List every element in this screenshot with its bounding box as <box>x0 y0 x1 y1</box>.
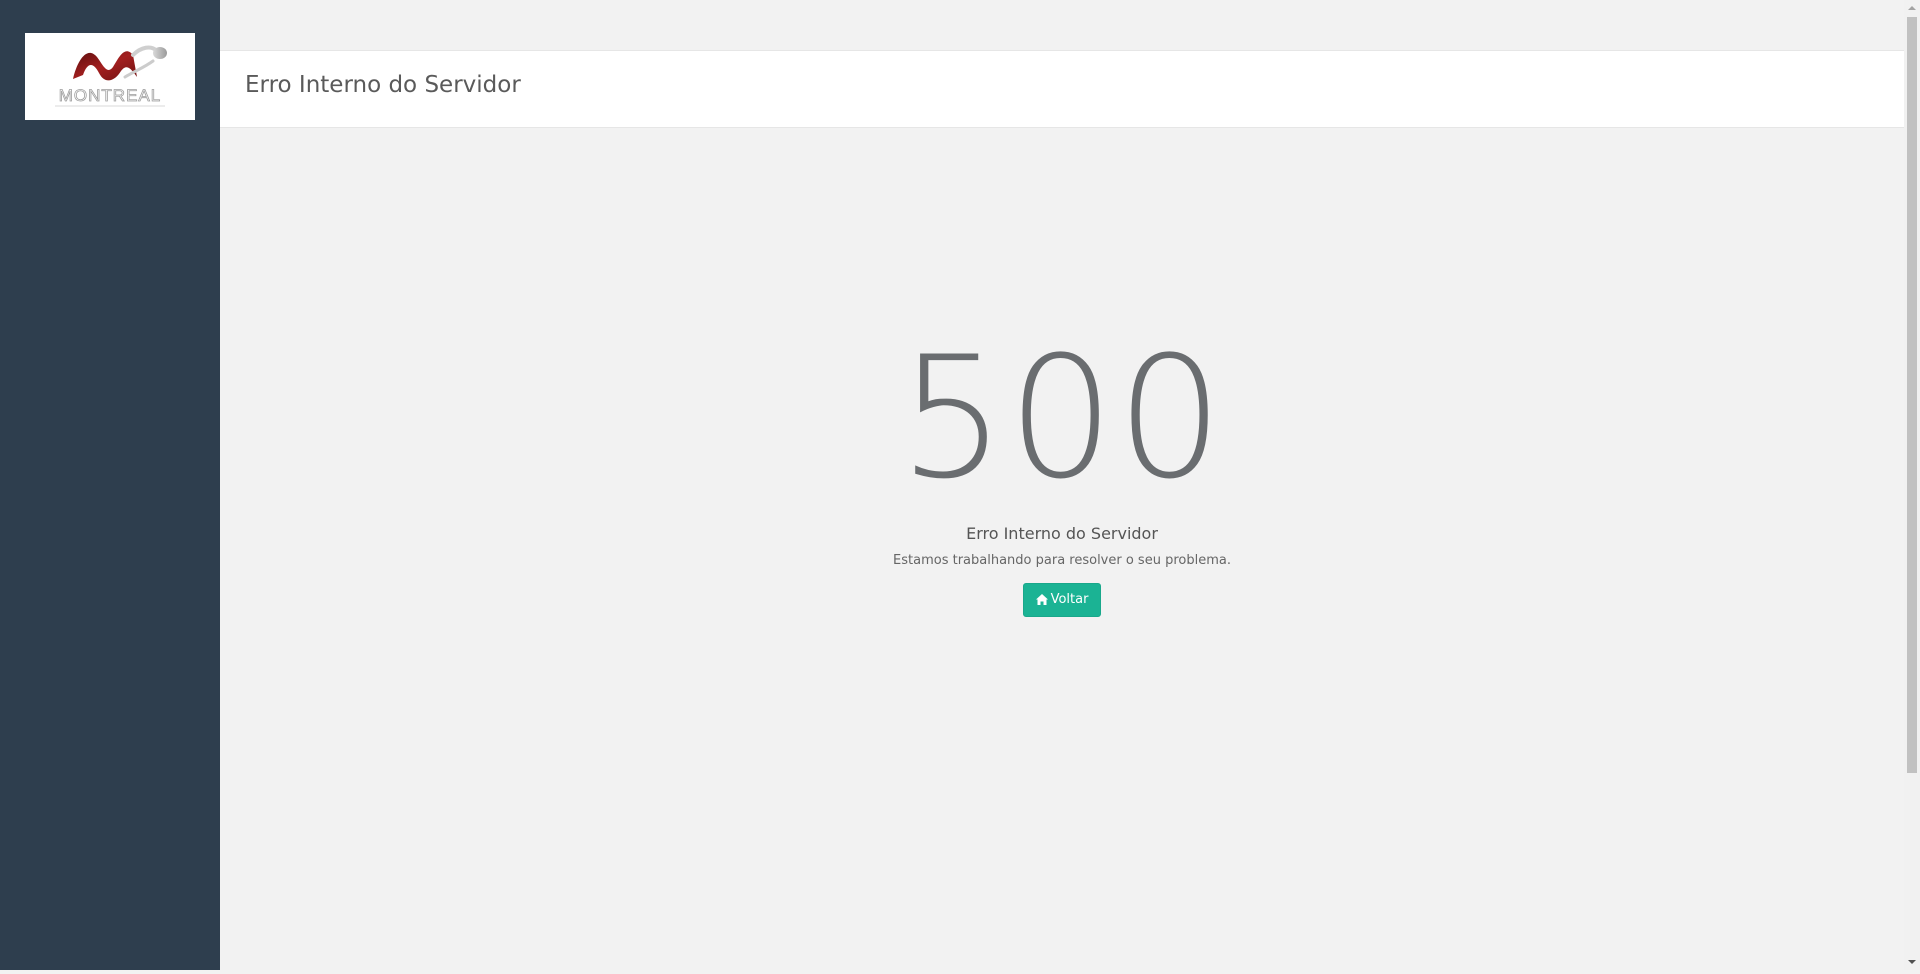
scroll-up-arrow-icon[interactable] <box>1904 0 1920 16</box>
scrollbar-thumb[interactable] <box>1907 17 1917 773</box>
sidebar: MONTREAL <box>0 0 220 970</box>
back-button-label: Voltar <box>1050 592 1089 607</box>
page-title: Erro Interno do Servidor <box>245 72 521 98</box>
error-heading: Erro Interno do Servidor <box>966 524 1158 543</box>
home-icon <box>1035 586 1048 618</box>
main-content: Erro Interno do Servidor 500 Erro Intern… <box>220 0 1904 970</box>
logo-text: MONTREAL <box>59 86 161 105</box>
error-message: Estamos trabalhando para resolver o seu … <box>893 553 1231 568</box>
back-button[interactable]: Voltar <box>1022 583 1102 618</box>
error-panel: 500 Erro Interno do Servidor Estamos tra… <box>220 330 1904 617</box>
logo[interactable]: MONTREAL <box>25 33 195 120</box>
page-header: Erro Interno do Servidor <box>220 50 1904 128</box>
vertical-scrollbar[interactable] <box>1904 0 1920 970</box>
scroll-down-arrow-icon[interactable] <box>1904 954 1920 970</box>
montreal-logo-icon: MONTREAL <box>55 45 167 107</box>
error-code: 500 <box>898 320 1226 516</box>
